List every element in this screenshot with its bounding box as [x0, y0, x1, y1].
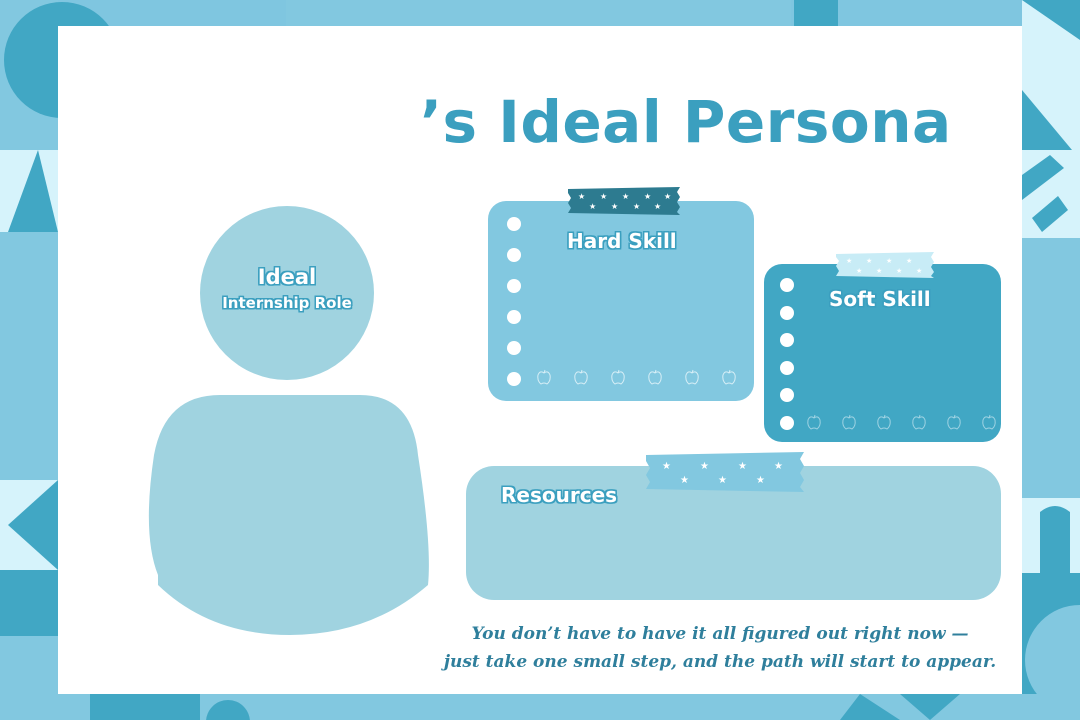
- svg-text:★: ★: [622, 192, 629, 201]
- svg-text:★: ★: [916, 267, 922, 275]
- svg-text:★: ★: [654, 202, 661, 211]
- persona-head-line1: Ideal: [257, 265, 317, 289]
- svg-text:★: ★: [700, 461, 709, 472]
- binder-hole: [507, 279, 521, 293]
- svg-text:★: ★: [886, 257, 892, 265]
- quote-line-1: You don’t have to have it all figured ou…: [471, 624, 969, 644]
- binder-hole: [507, 248, 521, 262]
- binder-hole: [780, 388, 794, 402]
- svg-text:★: ★: [611, 202, 618, 211]
- apple-row: [806, 414, 997, 430]
- hard-skill-note: Hard Skill: [488, 201, 754, 401]
- svg-text:★: ★: [718, 475, 727, 486]
- quote-line-2: just take one small step, and the path w…: [443, 652, 997, 672]
- washi-tape-light: ★ ★ ★ ★ ★ ★ ★: [646, 452, 804, 492]
- resources-label: Resources: [501, 483, 618, 507]
- washi-tape-pale: ★ ★ ★ ★ ★ ★ ★ ★: [836, 252, 934, 278]
- svg-text:★: ★: [589, 202, 596, 211]
- svg-text:★: ★: [866, 257, 872, 265]
- svg-text:★: ★: [896, 267, 902, 275]
- svg-text:★: ★: [856, 267, 862, 275]
- binder-hole: [780, 415, 794, 430]
- binder-hole: [780, 278, 794, 292]
- apple-icon: [611, 369, 625, 385]
- apple-icon: [912, 414, 926, 430]
- apple-icon: [648, 369, 662, 385]
- persona-head-label: Ideal Internship Role: [200, 262, 374, 314]
- binder-hole: [507, 310, 521, 324]
- svg-text:★: ★: [876, 267, 882, 275]
- apple-icon: [537, 369, 551, 385]
- binder-hole: [780, 360, 794, 375]
- svg-text:★: ★: [664, 192, 671, 201]
- apple-icon: [685, 369, 699, 385]
- washi-tape-dark: ★ ★ ★ ★ ★ ★ ★ ★ ★: [568, 187, 680, 215]
- page-title: ’s Ideal Persona: [420, 88, 952, 156]
- svg-text:★: ★: [578, 192, 585, 201]
- apple-row: [536, 369, 737, 385]
- apple-icon: [877, 414, 891, 430]
- svg-text:★: ★: [633, 202, 640, 211]
- binder-holes: [780, 278, 794, 430]
- binder-hole: [507, 217, 521, 231]
- svg-text:★: ★: [756, 475, 765, 486]
- hard-skill-label: Hard Skill: [567, 229, 677, 253]
- svg-text:★: ★: [644, 192, 651, 201]
- svg-text:★: ★: [600, 192, 607, 201]
- apple-icon: [722, 369, 736, 385]
- persona-body: [148, 395, 429, 635]
- binder-hole: [507, 341, 521, 355]
- svg-text:★: ★: [846, 257, 852, 265]
- binder-hole: [780, 305, 794, 320]
- apple-icon: [807, 414, 821, 430]
- svg-text:★: ★: [738, 461, 747, 472]
- binder-hole: [780, 333, 794, 347]
- soft-skill-label: Soft Skill: [829, 287, 931, 311]
- svg-text:★: ★: [906, 257, 912, 265]
- persona-head-line2: Internship Role: [222, 294, 352, 312]
- motivational-quote: You don’t have to have it all figured ou…: [440, 620, 1000, 676]
- svg-text:★: ★: [680, 475, 689, 486]
- binder-holes: [507, 217, 521, 386]
- apple-icon: [574, 369, 588, 385]
- soft-skill-note: Soft Skill: [764, 264, 1001, 442]
- apple-icon: [947, 414, 961, 430]
- svg-text:★: ★: [774, 461, 783, 472]
- apple-icon: [842, 414, 856, 430]
- svg-text:★: ★: [662, 461, 671, 472]
- apple-icon: [982, 414, 996, 430]
- binder-hole: [507, 372, 521, 386]
